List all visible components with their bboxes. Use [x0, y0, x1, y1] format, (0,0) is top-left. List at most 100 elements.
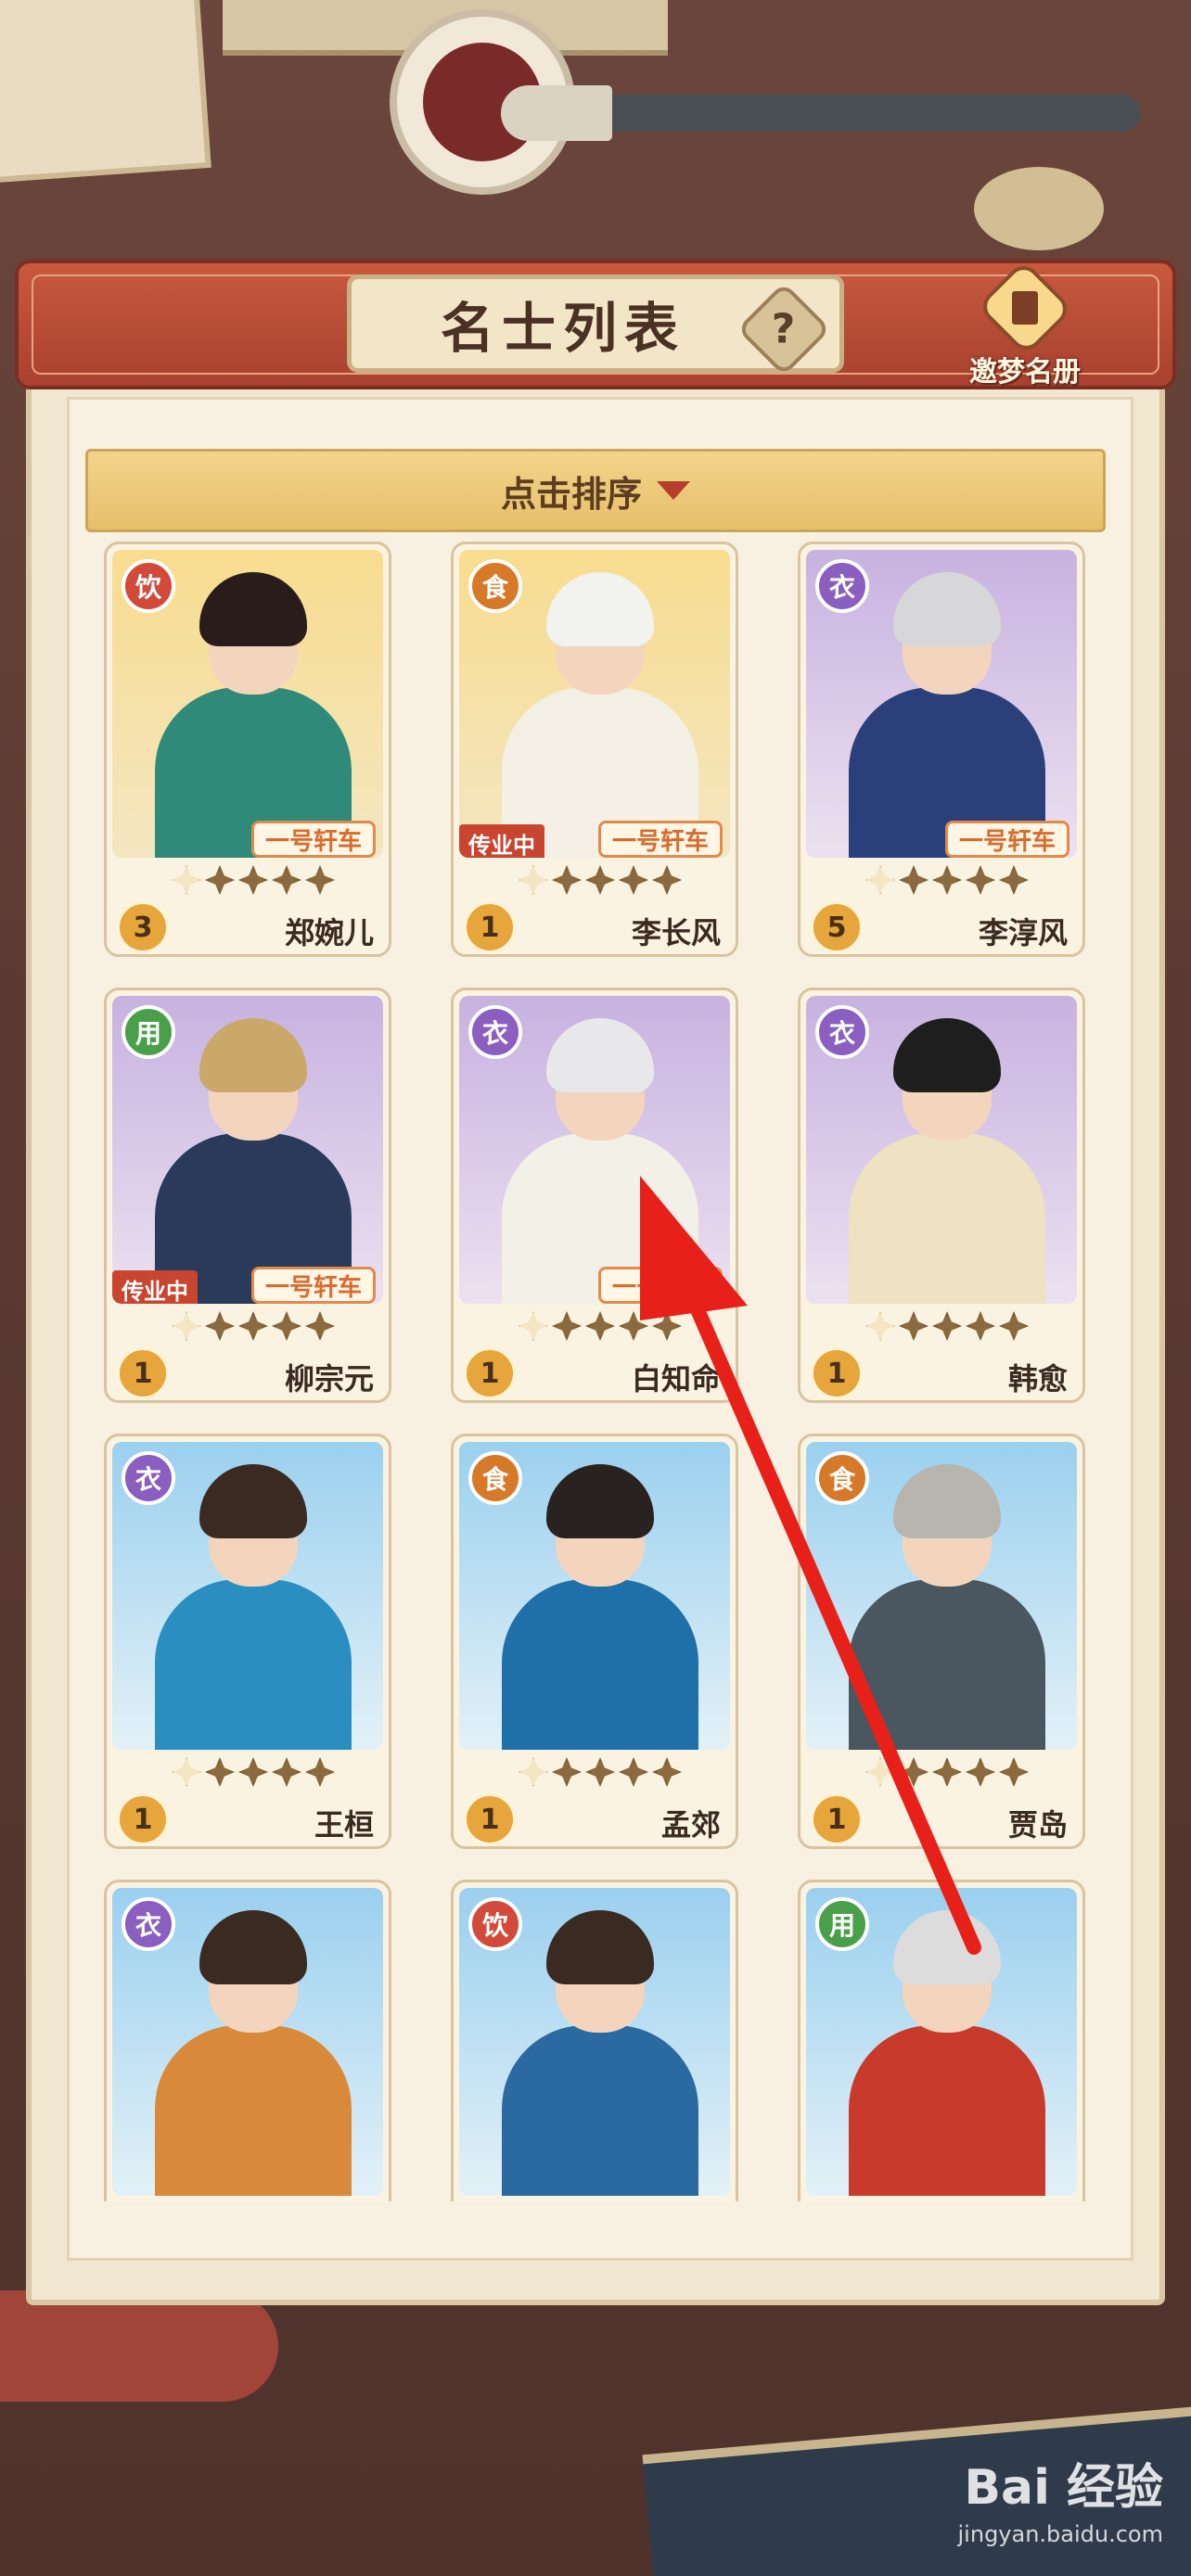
star-icon: [652, 1757, 682, 1787]
caret-down-icon: [657, 481, 690, 500]
star-icon: [172, 1757, 201, 1787]
scholar-figure: [849, 568, 1045, 858]
star-icon: [966, 865, 995, 895]
scholar-figure: [502, 1906, 698, 2196]
invite-book-button[interactable]: 邀梦名册: [955, 259, 1095, 389]
scholar-figure: [502, 1460, 698, 1750]
level-badge: 5: [810, 900, 864, 954]
star-rating: [519, 865, 682, 895]
scholar-card[interactable]: 饮一号轩车 3 郑婉儿: [104, 542, 391, 957]
level-badge: 1: [810, 1346, 864, 1400]
star-icon: [585, 1311, 615, 1341]
question-icon: ?: [772, 305, 796, 353]
star-rating: [865, 1757, 1029, 1787]
scholar-card[interactable]: 衣一号轩车 1 白知命: [451, 988, 738, 1403]
star-icon: [238, 1757, 268, 1787]
star-icon: [305, 865, 335, 895]
robe: [502, 1579, 698, 1750]
type-badge: 用: [815, 1897, 869, 1951]
scholar-name: 孟郊: [660, 1807, 721, 1843]
scholar-card[interactable]: 饮: [451, 1880, 738, 2201]
star-icon: [205, 1311, 235, 1341]
scholar-portrait: 食一号轩车 传业中: [459, 550, 730, 858]
star-icon: [205, 865, 235, 895]
vehicle-tag: 一号轩车: [597, 1267, 723, 1304]
brush-decoration: [519, 95, 1141, 132]
scholar-card[interactable]: 衣 1 王桓: [104, 1434, 391, 1849]
level-badge: 1: [116, 1346, 170, 1400]
scholar-portrait: 食: [459, 1442, 730, 1750]
scholar-card[interactable]: 食一号轩车 传业中 1 李长风: [451, 542, 738, 957]
vehicle-tag: 一号轩车: [250, 821, 376, 858]
scholar-portrait: 衣一号轩车: [459, 996, 730, 1304]
scholar-figure: [155, 1014, 352, 1304]
robe: [155, 2025, 352, 2196]
star-icon: [932, 1757, 962, 1787]
star-icon: [652, 865, 682, 895]
scholar-name: 柳宗元: [284, 1361, 374, 1396]
scholar-name: 郑婉儿: [284, 915, 374, 950]
scholar-card[interactable]: 衣: [104, 1880, 391, 2201]
scholar-card[interactable]: 用一号轩车 传业中 1 柳宗元: [104, 988, 391, 1403]
scholar-portrait: 衣一号轩车: [806, 550, 1077, 858]
type-badge: 用: [122, 1005, 175, 1059]
star-icon: [619, 865, 648, 895]
star-rating: [865, 865, 1029, 895]
star-icon: [585, 865, 615, 895]
scholar-figure: [502, 1014, 698, 1304]
robe: [155, 1579, 352, 1750]
star-icon: [305, 1311, 335, 1341]
star-rating: [519, 1757, 682, 1787]
hair: [546, 1910, 654, 1984]
scholar-card[interactable]: 用: [798, 1880, 1085, 2201]
star-icon: [552, 1311, 582, 1341]
star-icon: [585, 1757, 615, 1787]
star-icon: [899, 1757, 928, 1787]
scholar-name: 王桓: [314, 1807, 374, 1843]
star-icon: [172, 865, 201, 895]
level-badge: 3: [116, 900, 170, 954]
hair: [546, 1464, 654, 1538]
scholar-name: 李淳风: [978, 915, 1068, 950]
type-badge: 衣: [815, 559, 869, 613]
hair: [893, 1910, 1001, 1984]
star-icon: [272, 865, 301, 895]
star-icon: [966, 1311, 995, 1341]
scholar-portrait: 衣: [112, 1442, 383, 1750]
scholar-portrait: 食: [806, 1442, 1077, 1750]
hair: [893, 1464, 1001, 1538]
legacy-tag: 传业中: [112, 1270, 198, 1304]
star-rating: [172, 865, 335, 895]
hair: [546, 1018, 654, 1092]
star-icon: [238, 1311, 268, 1341]
scholar-figure: [155, 1460, 352, 1750]
star-icon: [519, 1757, 548, 1787]
type-badge: 食: [468, 1451, 522, 1505]
type-badge: 衣: [468, 1005, 522, 1059]
scholar-card[interactable]: 食 1 孟郊: [451, 1434, 738, 1849]
scholar-card[interactable]: 衣一号轩车 5 李淳风: [798, 542, 1085, 957]
scholar-figure: [155, 568, 352, 858]
help-button[interactable]: ?: [736, 282, 831, 376]
level-badge: 1: [810, 1792, 864, 1846]
scholar-figure: [155, 1906, 352, 2196]
star-icon: [272, 1757, 301, 1787]
scholar-name: 贾岛: [1007, 1807, 1068, 1843]
star-icon: [519, 1311, 548, 1341]
star-icon: [172, 1311, 201, 1341]
scholar-figure: [849, 1906, 1045, 2196]
type-badge: 食: [468, 559, 522, 613]
scholar-figure: [502, 568, 698, 858]
tassel-decoration: [974, 167, 1104, 250]
scholar-card[interactable]: 食 1 贾岛: [798, 1434, 1085, 1849]
scholar-card[interactable]: 衣 1 韩愈: [798, 988, 1085, 1403]
type-badge: 衣: [122, 1451, 175, 1505]
star-icon: [899, 1311, 928, 1341]
hair: [199, 1464, 307, 1538]
robe: [849, 1133, 1045, 1304]
type-badge: 饮: [122, 559, 175, 613]
sort-button[interactable]: 点击排序: [85, 449, 1106, 532]
star-icon: [932, 1311, 962, 1341]
scholar-figure: [849, 1460, 1045, 1750]
hair: [199, 572, 307, 646]
